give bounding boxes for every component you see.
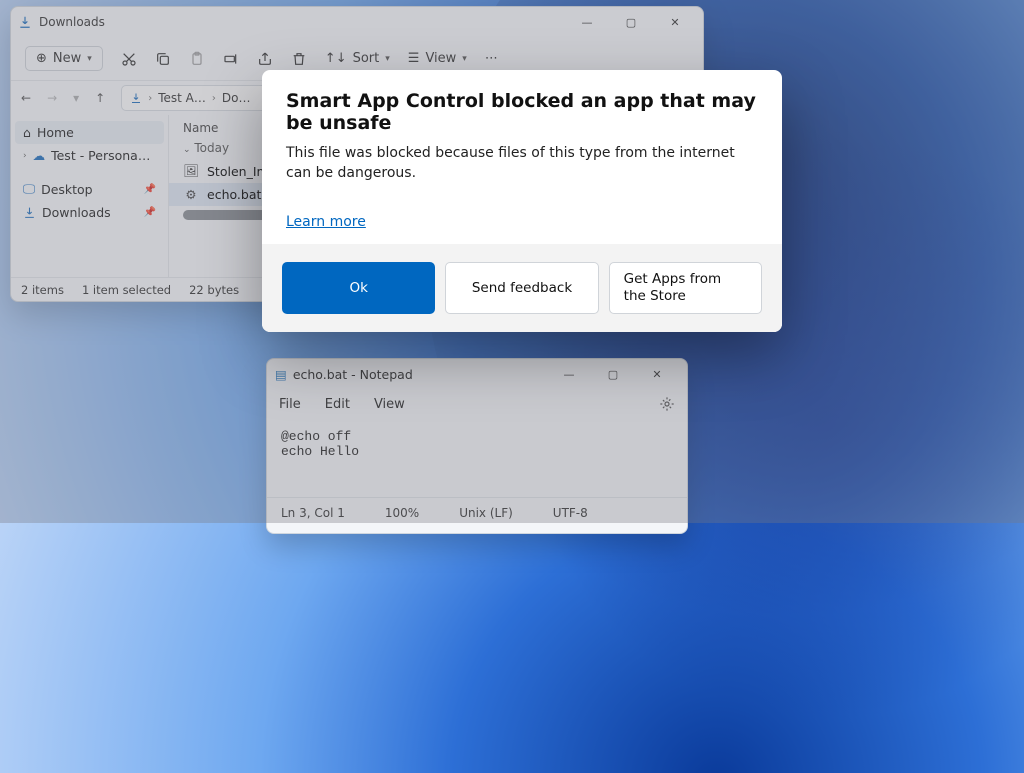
send-feedback-button[interactable]: Send feedback (445, 262, 598, 314)
smart-app-control-dialog: Smart App Control blocked an app that ma… (262, 70, 782, 332)
dialog-footer: Ok Send feedback Get Apps from the Store (262, 244, 782, 332)
dialog-message: This file was blocked because files of t… (286, 144, 758, 183)
learn-more-link[interactable]: Learn more (286, 214, 366, 230)
dialog-title: Smart App Control blocked an app that ma… (286, 90, 758, 134)
get-apps-store-button[interactable]: Get Apps from the Store (609, 262, 762, 314)
ok-button[interactable]: Ok (282, 262, 435, 314)
